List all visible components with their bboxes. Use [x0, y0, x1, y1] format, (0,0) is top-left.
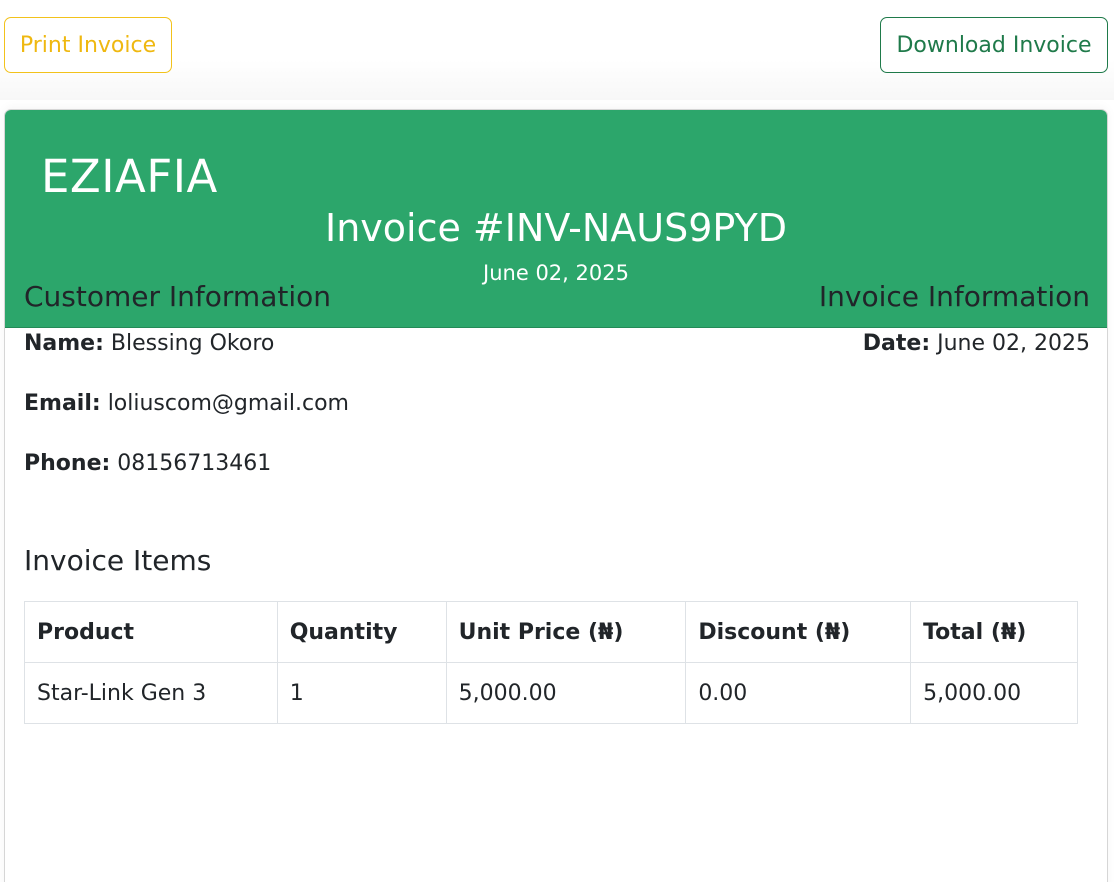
customer-email-field: Email: loliuscom@gmail.com: [24, 391, 349, 416]
invoice-date-field: Date: June 02, 2025: [863, 331, 1090, 356]
invoice-date-label: Date:: [862, 331, 931, 356]
customer-phone-label: Phone:: [24, 451, 111, 476]
customer-name-value: Blessing Okoro: [110, 331, 275, 356]
customer-name-field: Name: Blessing Okoro: [24, 331, 274, 356]
invoice-items-heading: Invoice Items: [24, 544, 212, 577]
customer-phone-field: Phone: 08156713461: [24, 451, 271, 476]
customer-name-label: Name:: [24, 331, 104, 356]
download-invoice-button[interactable]: Download Invoice: [880, 17, 1108, 73]
cell-discount: 0.00: [685, 662, 912, 724]
invoice-items-table: Product Quantity Unit Price (₦) Discount…: [24, 601, 1078, 724]
cell-product: Star-Link Gen 3: [24, 662, 278, 724]
column-header-quantity: Quantity: [276, 601, 447, 663]
customer-info-heading: Customer Information: [24, 280, 331, 313]
cell-quantity: 1: [276, 662, 447, 724]
customer-email-label: Email:: [24, 391, 101, 416]
table-row: Star-Link Gen 3 1 5,000.00 0.00 5,000.00: [24, 662, 1078, 724]
column-header-unit-price: Unit Price (₦): [445, 601, 687, 663]
invoice-info-heading: Invoice Information: [818, 280, 1090, 313]
cell-unit-price: 5,000.00: [445, 662, 687, 724]
table-header-row: Product Quantity Unit Price (₦) Discount…: [24, 601, 1078, 663]
invoice-card: EZIAFIA Invoice #INV-NAUS9PYD June 02, 2…: [4, 109, 1108, 882]
customer-email-value: loliuscom@gmail.com: [107, 391, 349, 416]
invoice-title: Invoice #INV-NAUS9PYD: [325, 206, 787, 250]
column-header-discount: Discount (₦): [685, 601, 912, 663]
print-invoice-button[interactable]: Print Invoice: [4, 17, 172, 73]
column-header-total: Total (₦): [910, 601, 1078, 663]
action-bar: Print Invoice Download Invoice: [0, 0, 1114, 100]
invoice-date-value: June 02, 2025: [937, 331, 1090, 356]
customer-phone-value: 08156713461: [117, 451, 272, 476]
brand-name: EZIAFIA: [41, 150, 218, 203]
cell-total: 5,000.00: [910, 662, 1078, 724]
column-header-product: Product: [24, 601, 278, 663]
